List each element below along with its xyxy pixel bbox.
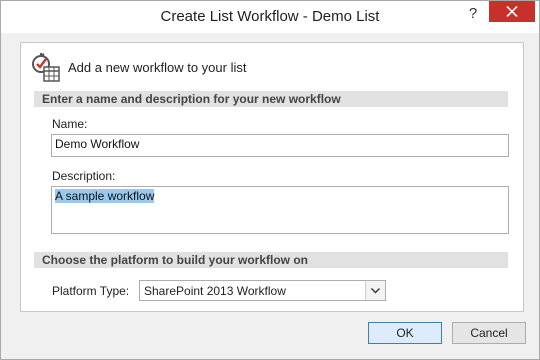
section-header-name: Enter a name and description for your ne… xyxy=(34,91,508,107)
close-icon xyxy=(506,6,518,17)
dialog-heading: Add a new workflow to your list xyxy=(68,60,247,75)
workflow-icon xyxy=(32,53,60,82)
help-button[interactable]: ? xyxy=(460,3,486,25)
cancel-button[interactable]: Cancel xyxy=(452,322,526,344)
platform-type-select[interactable]: SharePoint 2013 Workflow xyxy=(139,280,386,301)
name-label: Name: xyxy=(52,117,88,131)
title-bar[interactable]: Create List Workflow - Demo List ? xyxy=(1,1,539,33)
close-button[interactable] xyxy=(489,1,535,22)
description-value: A sample workflow xyxy=(55,189,155,203)
platform-type-label: Platform Type: xyxy=(52,284,130,298)
description-label: Description: xyxy=(52,169,116,183)
name-input[interactable]: Demo Workflow xyxy=(51,134,509,157)
dropdown-button[interactable] xyxy=(365,281,385,300)
create-list-workflow-dialog: Create List Workflow - Demo List ? Add a… xyxy=(0,0,540,360)
ok-button[interactable]: OK xyxy=(368,322,442,344)
chevron-down-icon xyxy=(371,288,380,294)
dialog-title: Create List Workflow - Demo List xyxy=(160,8,380,25)
platform-type-value: SharePoint 2013 Workflow xyxy=(144,284,286,298)
description-textarea[interactable]: A sample workflow xyxy=(51,186,509,234)
section-header-platform: Choose the platform to build your workfl… xyxy=(34,252,508,268)
workflow-form-panel: Add a new workflow to your list Enter a … xyxy=(20,42,524,312)
